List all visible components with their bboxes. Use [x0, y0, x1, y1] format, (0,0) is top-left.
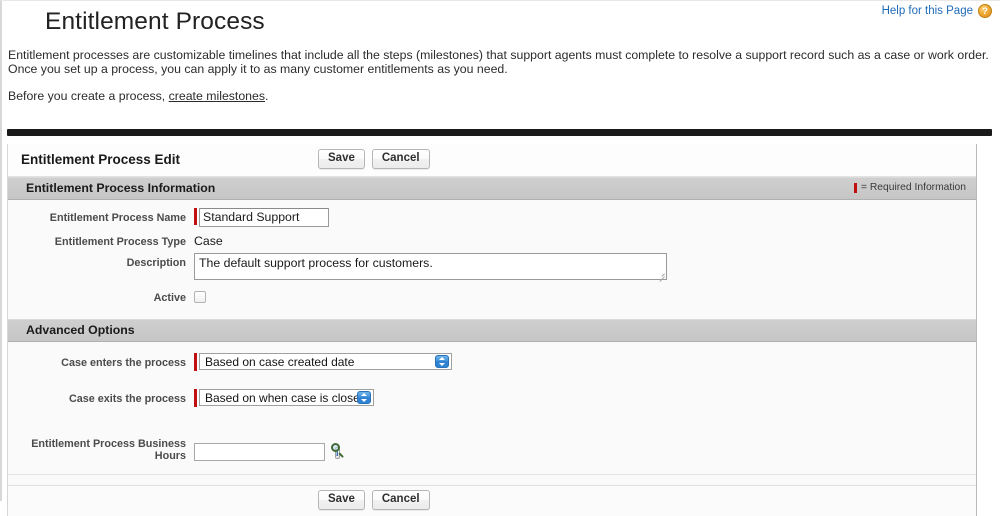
section-title-information: Entitlement Process Information: [26, 181, 216, 195]
label-business-hours-line1: Entitlement Process Business: [31, 438, 186, 450]
help-question-icon[interactable]: ?: [978, 4, 992, 18]
bottom-button-row: Save Cancel: [318, 490, 430, 510]
save-button-bottom[interactable]: Save: [318, 490, 365, 510]
case-enters-select[interactable]: Based on case created date: [199, 353, 452, 370]
row-process-type: Entitlement Process Type Case: [8, 232, 976, 248]
row-description: Description The default support process …: [8, 253, 976, 282]
required-marker-process-name: [194, 208, 197, 225]
panel-heading: Entitlement Process Edit: [21, 152, 181, 167]
label-description: Description: [126, 257, 186, 269]
page-title: Entitlement Process: [45, 8, 265, 35]
chevron-updown-icon[interactable]: [435, 355, 449, 368]
label-case-enters: Case enters the process: [61, 357, 186, 369]
save-button-top[interactable]: Save: [318, 149, 365, 169]
description-textarea[interactable]: The default support process for customer…: [194, 253, 667, 280]
process-type-value: Case: [194, 234, 223, 248]
section-divider-bar: [7, 129, 992, 136]
label-business-hours: Entitlement Process Business Hours: [8, 437, 194, 462]
row-active: Active: [8, 288, 976, 304]
field-case-enters: Based on case created date: [194, 353, 452, 371]
label-active: Active: [153, 292, 186, 304]
required-marker-case-exits: [194, 389, 197, 407]
field-active: [194, 288, 206, 303]
section-title-advanced-options: Advanced Options: [26, 323, 135, 337]
label-business-hours-line2: Hours: [154, 450, 186, 462]
cancel-button-bottom[interactable]: Cancel: [371, 490, 430, 510]
panel-header: Entitlement Process Edit Save Cancel: [8, 144, 976, 177]
top-button-row: Save Cancel: [318, 149, 430, 169]
section-header-advanced-options: Advanced Options: [8, 319, 976, 342]
label-process-name: Entitlement Process Name: [49, 212, 186, 224]
row-case-enters: Case enters the process Based on case cr…: [8, 353, 976, 371]
information-form-body: Entitlement Process Name Entitlement Pro…: [8, 200, 976, 319]
form-bottom-divider: [8, 474, 976, 475]
row-business-hours: Entitlement Process Business Hours i: [8, 437, 976, 462]
required-legend-label: = Required Information: [860, 182, 966, 193]
help-for-this-page-link[interactable]: Help for this Page: [882, 5, 973, 17]
active-checkbox[interactable]: [194, 291, 206, 303]
required-marker-icon: [853, 182, 857, 193]
help-bar: Help for this Page ?: [882, 4, 992, 18]
field-process-name: [194, 208, 329, 227]
case-enters-selected-value: Based on case created date: [205, 354, 355, 369]
label-process-type: Entitlement Process Type: [54, 236, 186, 248]
advanced-form-body: Case enters the process Based on case cr…: [8, 342, 976, 485]
entitlement-process-edit-panel: Entitlement Process Edit Save Cancel Ent…: [7, 144, 977, 516]
intro-paragraph-1: Entitlement processes are customizable t…: [8, 48, 989, 76]
field-business-hours: i: [194, 437, 344, 461]
row-case-exits: Case exits the process Based on when cas…: [8, 389, 976, 407]
cancel-button-top[interactable]: Cancel: [371, 149, 430, 169]
intro-text: Entitlement processes are customizable t…: [8, 48, 993, 103]
required-marker-case-enters: [194, 353, 197, 371]
entitlement-process-page: Help for this Page ? Entitlement Process…: [0, 0, 1000, 516]
chevron-updown-icon[interactable]: [357, 391, 371, 404]
field-case-exits: Based on when case is closed: [194, 389, 374, 407]
required-information-legend: = Required Information: [853, 182, 966, 193]
field-description: The default support process for customer…: [194, 253, 667, 282]
create-milestones-link[interactable]: create milestones: [169, 89, 265, 103]
business-hours-input[interactable]: [194, 443, 325, 461]
intro-suffix: .: [265, 89, 269, 103]
intro-prefix: Before you create a process,: [8, 89, 169, 103]
field-process-type: Case: [194, 232, 223, 248]
case-exits-selected-value: Based on when case is closed: [205, 390, 367, 405]
process-name-input[interactable]: [199, 208, 329, 227]
label-case-exits: Case exits the process: [68, 393, 186, 405]
case-exits-select[interactable]: Based on when case is closed: [199, 389, 374, 406]
intro-paragraph-2: Before you create a process, create mile…: [8, 89, 993, 103]
section-header-information: Entitlement Process Information = Requir…: [8, 177, 976, 200]
row-process-name: Entitlement Process Name: [8, 208, 976, 227]
